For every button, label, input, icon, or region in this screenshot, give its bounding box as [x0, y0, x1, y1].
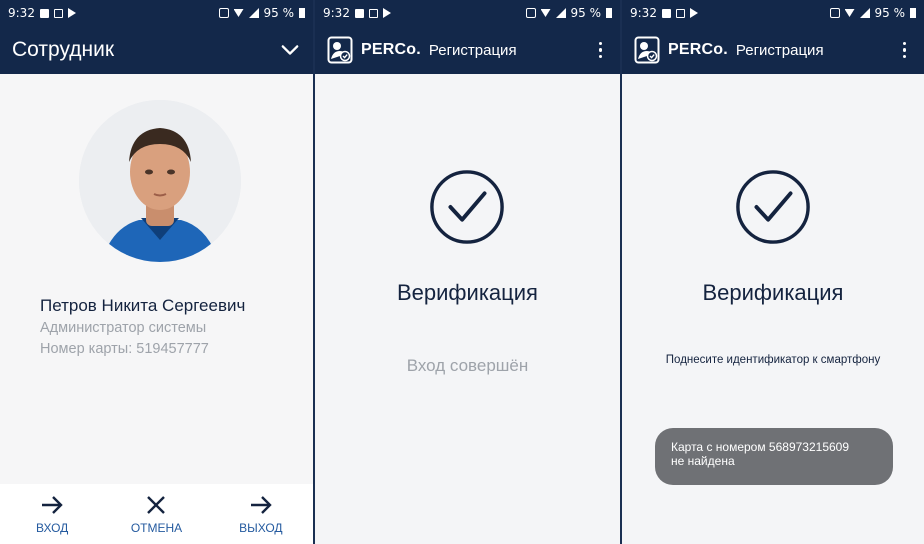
- app-bar: PERCo. Регистрация: [622, 26, 924, 74]
- battery-icon: [910, 8, 916, 18]
- status-bar: 9:32 95 %: [622, 0, 924, 26]
- status-bar: 9:32 95 %: [0, 0, 313, 26]
- image-notification-icon: [354, 8, 364, 18]
- battery-icon: [299, 8, 305, 18]
- more-menu-icon[interactable]: [899, 38, 911, 63]
- arrow-right-icon: [250, 496, 272, 514]
- screens-row: 9:32 95 % Сотрудник Петров Никита Сергее…: [0, 0, 924, 544]
- app-bar: PERCo. Регистрация: [315, 26, 620, 74]
- wifi-icon: [233, 9, 244, 17]
- battery-percent: 95 %: [263, 6, 295, 20]
- action-bar: ВХОД ОТМЕНА ВЫХОД: [0, 484, 313, 544]
- status-bar: 9:32 95 %: [315, 0, 620, 26]
- vibrate-icon: [218, 8, 229, 18]
- brand: PERCo. Регистрация: [327, 36, 517, 64]
- play-notification-icon: [382, 8, 391, 18]
- chevron-down-icon[interactable]: [281, 41, 299, 59]
- status-time: 9:32: [8, 6, 35, 20]
- employee-name: Петров Никита Сергеевич: [40, 296, 246, 315]
- brand-name: PERCo.: [361, 41, 421, 58]
- sim-notification-icon: [53, 8, 63, 18]
- exit-button[interactable]: ВЫХОД: [216, 493, 306, 535]
- entry-complete-message: Вход совершён: [406, 356, 529, 375]
- check-circle-icon: [736, 170, 810, 244]
- exit-label: ВЫХОД: [239, 521, 283, 535]
- status-time: 9:32: [630, 6, 657, 20]
- cancel-label: ОТМЕНА: [130, 521, 183, 535]
- cancel-button[interactable]: ОТМЕНА: [111, 493, 201, 535]
- screen-title: Сотрудник: [12, 38, 115, 61]
- employee-role: Администратор системы: [40, 320, 207, 336]
- app-bar: Сотрудник: [0, 26, 313, 74]
- app-name: Регистрация: [735, 41, 824, 59]
- app-name: Регистрация: [428, 41, 517, 59]
- brand-name: PERCo.: [668, 41, 728, 58]
- enter-button[interactable]: ВХОД: [7, 493, 97, 535]
- arrow-right-icon: [42, 496, 63, 514]
- employee-photo: [79, 100, 241, 262]
- employee-card-number: Номер карты: 519457777: [40, 341, 209, 357]
- check-circle-icon: [430, 170, 504, 244]
- more-menu-icon[interactable]: [595, 38, 607, 63]
- enter-label: ВХОД: [36, 521, 69, 535]
- wifi-icon: [844, 9, 855, 17]
- employee-screen: 9:32 95 % Сотрудник Петров Никита Сергее…: [0, 0, 313, 544]
- signal-icon: [859, 8, 870, 18]
- status-time: 9:32: [323, 6, 350, 20]
- verification-heading: Верификация: [397, 280, 538, 305]
- perco-logo-icon: [634, 36, 660, 64]
- battery-percent: 95 %: [570, 6, 602, 20]
- tap-identifier-hint: Поднесите идентификатор к смартфону: [665, 354, 881, 366]
- vibrate-icon: [829, 8, 840, 18]
- sim-notification-icon: [675, 8, 685, 18]
- signal-icon: [555, 8, 566, 18]
- vibrate-icon: [525, 8, 536, 18]
- play-notification-icon: [67, 8, 76, 18]
- brand: PERCo. Регистрация: [634, 36, 824, 64]
- play-notification-icon: [689, 8, 698, 18]
- battery-percent: 95 %: [874, 6, 906, 20]
- image-notification-icon: [39, 8, 49, 18]
- battery-icon: [606, 8, 612, 18]
- toast-line-2: не найдена: [671, 453, 735, 468]
- close-icon: [147, 496, 166, 514]
- wifi-icon: [540, 9, 551, 17]
- signal-icon: [248, 8, 259, 18]
- verification-success-screen: 9:32 95 % PERCo. Регистрация Верификация…: [313, 0, 620, 544]
- verification-not-found-screen: 9:32 95 % PERCo. Регистрация Верификация…: [620, 0, 924, 544]
- verification-heading: Верификация: [702, 280, 844, 305]
- image-notification-icon: [661, 8, 671, 18]
- sim-notification-icon: [368, 8, 378, 18]
- card-not-found-toast: Карта с номером 568973215609 не найдена: [655, 428, 893, 485]
- avatar: [79, 100, 241, 262]
- toast-line-1: Карта с номером 568973215609: [671, 440, 850, 454]
- perco-logo-icon: [327, 36, 353, 64]
